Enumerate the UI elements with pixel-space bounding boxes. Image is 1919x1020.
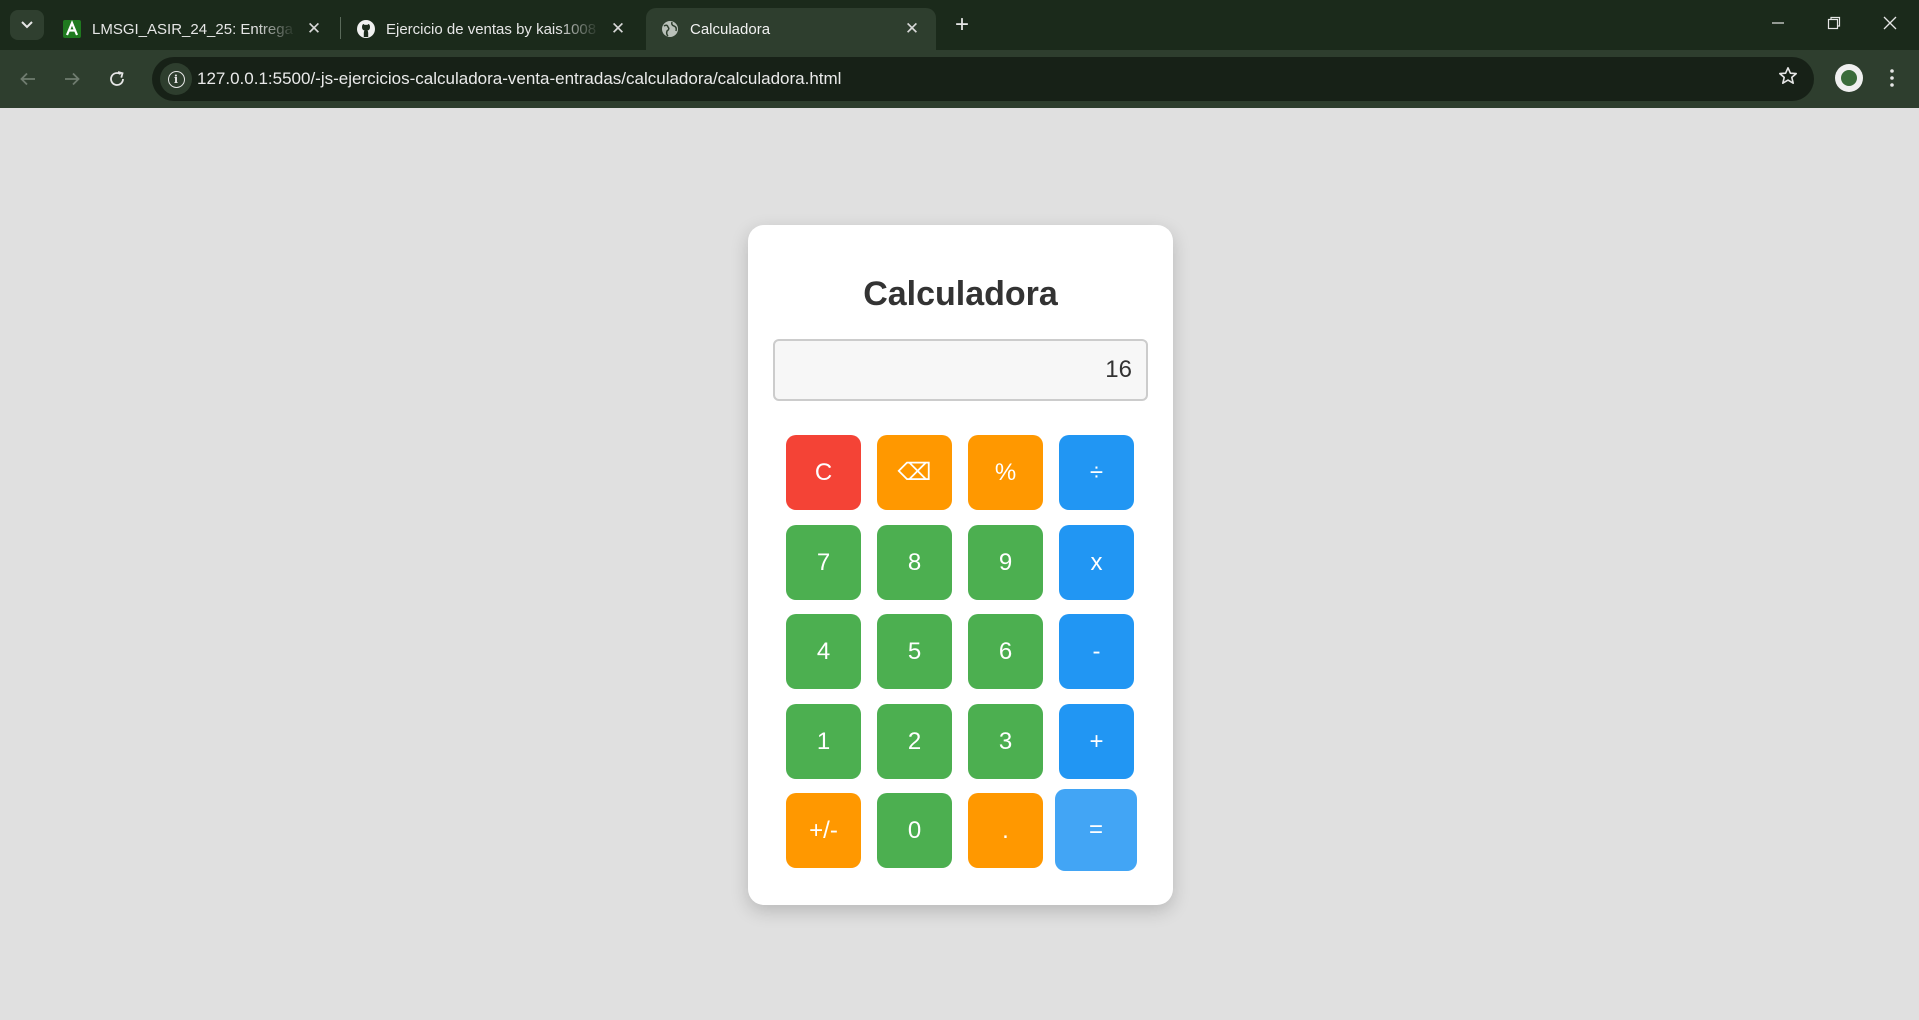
subtract-button[interactable]: - — [1059, 614, 1134, 689]
close-icon — [1883, 16, 1897, 30]
kebab-menu-icon — [1890, 69, 1894, 87]
forward-button[interactable] — [56, 63, 88, 95]
digit-7-button[interactable]: 7 — [786, 525, 861, 600]
close-icon[interactable]: ✕ — [902, 19, 922, 39]
add-button[interactable]: + — [1059, 704, 1134, 779]
equals-button[interactable]: = — [1055, 789, 1137, 871]
profile-avatar[interactable] — [1835, 64, 1863, 92]
back-button[interactable] — [12, 63, 44, 95]
arrow-left-icon — [20, 72, 35, 86]
info-icon: i — [167, 70, 185, 88]
reload-icon — [110, 71, 124, 86]
divide-button[interactable]: ÷ — [1059, 435, 1134, 510]
digit-9-button[interactable]: 9 — [968, 525, 1043, 600]
restore-icon — [1827, 16, 1841, 30]
decimal-button[interactable]: . — [968, 793, 1043, 868]
calculator-card: Calculadora 16 C ⌫ % ÷ 7 8 9 x 4 5 6 - 1… — [748, 225, 1173, 905]
avatar-icon — [1841, 70, 1857, 86]
browser-menu-button[interactable] — [1880, 62, 1904, 94]
digit-2-button[interactable]: 2 — [877, 704, 952, 779]
tab-github[interactable]: Ejercicio de ventas by kais1008 ✕ — [342, 8, 642, 50]
restore-button[interactable] — [1814, 8, 1854, 38]
digit-5-button[interactable]: 5 — [877, 614, 952, 689]
reload-button[interactable] — [101, 63, 133, 95]
tab-title: Calculadora — [690, 20, 771, 38]
minimize-icon — [1772, 22, 1784, 24]
backspace-button[interactable]: ⌫ — [877, 435, 952, 510]
close-icon[interactable]: ✕ — [608, 19, 628, 39]
close-icon[interactable]: ✕ — [304, 19, 324, 39]
browser-tab-strip: LMSGI_ASIR_24_25: Entrega tarea ✕ Ejerci… — [0, 0, 1919, 50]
site-info-button[interactable]: i — [160, 63, 192, 95]
minimize-button[interactable] — [1758, 8, 1798, 38]
digit-3-button[interactable]: 3 — [968, 704, 1043, 779]
percent-button[interactable]: % — [968, 435, 1043, 510]
bookmark-star-icon[interactable] — [1778, 66, 1798, 92]
globe-icon — [660, 19, 680, 39]
clear-button[interactable]: C — [786, 435, 861, 510]
digit-4-button[interactable]: 4 — [786, 614, 861, 689]
github-icon — [356, 19, 376, 39]
digit-6-button[interactable]: 6 — [968, 614, 1043, 689]
multiply-button[interactable]: x — [1059, 525, 1134, 600]
tab-title: LMSGI_ASIR_24_25: Entrega tarea — [92, 20, 296, 38]
arrow-right-icon — [65, 72, 80, 86]
chevron-down-icon — [21, 21, 33, 29]
window-close-button[interactable] — [1870, 8, 1910, 38]
negate-button[interactable]: +/- — [786, 793, 861, 868]
new-tab-button[interactable]: + — [947, 10, 977, 40]
calculator-title: Calculadora — [863, 275, 1058, 313]
tab-separator — [340, 17, 341, 39]
digit-1-button[interactable]: 1 — [786, 704, 861, 779]
tab-title: Ejercicio de ventas by kais1008 — [386, 20, 597, 38]
browser-toolbar: i 127.0.0.1:5500/-js-ejercicios-calculad… — [0, 50, 1919, 108]
page-viewport: Calculadora 16 C ⌫ % ÷ 7 8 9 x 4 5 6 - 1… — [0, 108, 1919, 1020]
tab-search-button[interactable] — [10, 10, 44, 40]
digit-0-button[interactable]: 0 — [877, 793, 952, 868]
digit-8-button[interactable]: 8 — [877, 525, 952, 600]
tab-moodle[interactable]: LMSGI_ASIR_24_25: Entrega tarea ✕ — [48, 8, 338, 50]
address-bar[interactable]: i 127.0.0.1:5500/-js-ejercicios-calculad… — [152, 57, 1814, 101]
tab-calculadora-active[interactable]: Calculadora ✕ — [646, 8, 936, 50]
moodle-A-icon — [62, 19, 82, 39]
url-text[interactable]: 127.0.0.1:5500/-js-ejercicios-calculador… — [197, 69, 841, 89]
calculator-display: 16 — [773, 339, 1148, 401]
